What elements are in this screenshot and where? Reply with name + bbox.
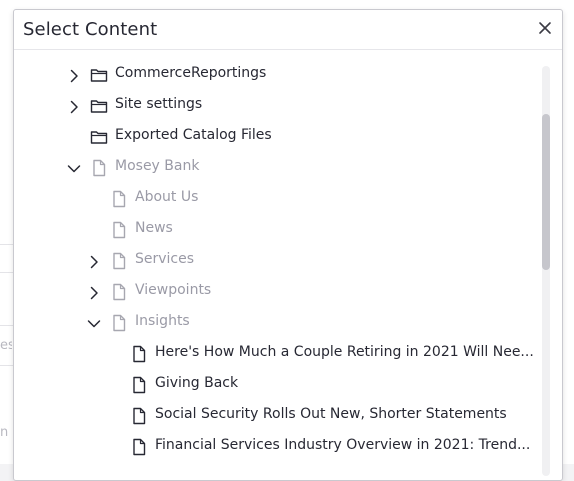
backdrop-divider: [0, 272, 14, 273]
tree-item-label: Here's How Much a Couple Retiring in 202…: [155, 344, 534, 360]
page-icon: [130, 376, 148, 394]
tree-item-financial-services[interactable]: Financial Services Industry Overview in …: [14, 432, 534, 463]
tree-item-services[interactable]: Services: [14, 246, 534, 277]
tree-item-label: About Us: [135, 189, 199, 205]
page-icon: [130, 407, 148, 425]
page-icon: [90, 159, 108, 177]
select-content-dialog: Select Content CommerceReportings Site se…: [13, 9, 563, 481]
tree-item-label: Site settings: [115, 96, 203, 112]
backdrop-text: es: [0, 338, 12, 353]
chevron-right-icon[interactable]: [87, 254, 101, 269]
page-icon: [110, 252, 128, 270]
backdrop-divider: [0, 325, 14, 326]
tree-item-giving-back[interactable]: Giving Back: [14, 370, 534, 401]
chevron-right-icon[interactable]: [87, 285, 101, 300]
page-icon: [110, 190, 128, 208]
scrollbar-thumb[interactable]: [542, 114, 550, 270]
tree-item-mosey-bank[interactable]: Mosey Bank: [14, 153, 534, 184]
tree-item-news[interactable]: News: [14, 215, 534, 246]
tree-item-exported-catalog-files[interactable]: Exported Catalog Files: [14, 122, 534, 153]
backdrop-divider: [0, 365, 14, 366]
close-icon: [539, 22, 551, 34]
tree-item-couple-retiring[interactable]: Here's How Much a Couple Retiring in 202…: [14, 339, 534, 370]
chevron-right-icon[interactable]: [67, 99, 81, 114]
tree-item-insights[interactable]: Insights: [14, 308, 534, 339]
dialog-title: Select Content: [23, 19, 158, 40]
chevron-down-icon[interactable]: [67, 161, 81, 175]
tree-item-label: Exported Catalog Files: [115, 127, 272, 143]
tree-item-site-settings[interactable]: Site settings: [14, 91, 534, 122]
close-button[interactable]: [536, 19, 554, 37]
backdrop-divider: [0, 244, 14, 245]
backdrop-text: n c: [0, 425, 12, 440]
tree-item-commercereportings[interactable]: CommerceReportings: [14, 60, 534, 91]
tree-item-social-security[interactable]: Social Security Rolls Out New, Shorter S…: [14, 401, 534, 432]
tree-item-about-us[interactable]: About Us: [14, 184, 534, 215]
folder-icon: [90, 97, 108, 115]
page-icon: [130, 438, 148, 456]
folder-icon: [90, 128, 108, 146]
tree-item-label: Mosey Bank: [115, 158, 200, 174]
chevron-right-icon[interactable]: [67, 68, 81, 83]
tree-item-viewpoints[interactable]: Viewpoints: [14, 277, 534, 308]
tree-item-label: Viewpoints: [135, 282, 212, 298]
tree-item-label: Insights: [135, 313, 190, 329]
folder-icon: [90, 66, 108, 84]
tree-item-label: Financial Services Industry Overview in …: [155, 437, 531, 453]
tree-item-label: News: [135, 220, 173, 236]
page-icon: [110, 221, 128, 239]
tree-item-label: Giving Back: [155, 375, 239, 391]
scrollbar[interactable]: [542, 66, 550, 476]
page-icon: [110, 283, 128, 301]
tree-item-label: Services: [135, 251, 195, 267]
page-icon: [130, 345, 148, 363]
page-icon: [110, 314, 128, 332]
chevron-down-icon[interactable]: [87, 316, 101, 330]
dialog-header: Select Content: [14, 10, 562, 50]
tree-item-label: Social Security Rolls Out New, Shorter S…: [155, 406, 507, 422]
tree-item-label: CommerceReportings: [115, 65, 267, 81]
